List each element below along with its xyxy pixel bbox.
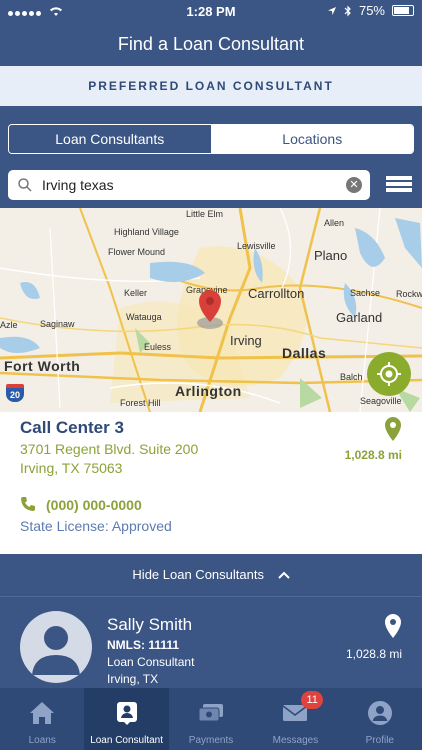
tab-profile[interactable]: Profile [338,688,422,750]
hide-loan-consultants-toggle[interactable]: Hide Loan Consultants [0,554,422,596]
interstate-shield-icon: 20 [6,384,24,402]
tab-bar: Loans Loan Consultant Payments 11 Messag… [0,688,422,750]
avatar [20,611,92,683]
map-label: Balch [340,372,363,382]
preferred-consultant-button[interactable]: PREFERRED LOAN CONSULTANT [0,66,422,106]
map-label: Fort Worth [4,358,81,374]
search-icon [18,178,32,192]
map-label: Keller [124,288,148,298]
location-name: Call Center 3 [20,418,124,437]
map-label: Carrollton [248,286,305,301]
map-label: Plano [314,248,348,263]
battery-percent: 75% [358,3,385,18]
map-label: Highland Village [114,227,179,237]
location-phone-link[interactable]: (000) 000-0000 [46,497,142,513]
search-controls: Loan Consultants Locations ✕ [0,106,422,208]
tab-messages[interactable]: 11 Messages [253,688,337,750]
map-label: Flower Mound [108,247,166,257]
map-label: Euless [144,342,172,352]
consultant-name: Sally Smith [107,615,193,634]
map-label: Allen [324,218,345,228]
map-label: Lewisville [237,241,276,251]
status-bar: 1:28 PM 75% [0,0,422,22]
tab-label: Loans [28,735,56,746]
tab-loan-consultant[interactable]: Loan Consultant [84,688,169,750]
interstate-number: 20 [9,390,20,400]
consultant-role: Loan Consultant [107,655,195,669]
consultant-list-item[interactable]: Sally Smith NMLS: 11111 Loan Consultant … [0,596,422,688]
map-view[interactable]: Little Elm Allen Highland Village Lewisv… [0,208,422,412]
consultant-nmls: NMLS: 11111 [107,638,180,652]
tab-loans[interactable]: Loans [0,688,84,750]
search-input[interactable] [42,177,322,193]
map-label: Irving [230,333,262,348]
home-icon [30,702,55,724]
location-card[interactable]: Call Center 3 3701 Regent Blvd. Suite 20… [0,412,422,554]
location-address-line1[interactable]: 3701 Regent Blvd. Suite 200 [20,441,198,457]
map-label: Sachse [350,288,381,298]
phone-icon [21,497,35,511]
search-bar: ✕ [8,170,370,200]
messages-badge: 11 [301,691,324,709]
map-label: Azle [0,320,18,330]
tab-label: Profile [365,735,394,746]
tab-loan-consultants[interactable]: Loan Consultants [9,125,212,153]
location-distance: 1,028.8 mi [344,448,402,462]
payments-icon [198,704,224,722]
tab-payments[interactable]: Payments [169,688,253,750]
consultant-pin-icon [385,614,401,638]
profile-icon [367,701,392,725]
map-label: Rockw [396,289,422,299]
map-pin-icon[interactable] [194,288,226,332]
tab-label: Payments [188,735,234,746]
consultant-distance: 1,028.8 mi [345,647,402,661]
bluetooth-icon [344,5,351,16]
map-label: Garland [336,310,383,325]
user-placeholder-icon [32,626,80,675]
tab-locations[interactable]: Locations [211,125,413,153]
crosshair-icon [377,362,401,386]
list-view-icon[interactable] [386,176,412,196]
map-label: Seagoville [360,396,402,406]
map-label: Saginaw [40,319,75,329]
consultant-icon [116,702,137,725]
clear-search-icon[interactable]: ✕ [346,177,362,193]
tab-label: Messages [272,735,319,746]
page-title: Find a Loan Consultant [0,22,422,66]
tab-label: Loan Consultant [90,735,164,746]
consultant-city: Irving, TX [107,672,159,686]
location-address-line2[interactable]: Irving, TX 75063 [20,460,122,476]
location-pin-icon [385,417,401,441]
chevron-up-icon [277,571,290,579]
battery-icon [392,5,414,16]
locate-me-button[interactable] [367,352,411,396]
view-segmented-control: Loan Consultants Locations [8,124,414,154]
map-label: Forest Hill [120,398,161,408]
location-arrow-icon [327,6,336,15]
map-label: Arlington [175,383,242,399]
location-license: State License: Approved [20,518,172,534]
status-right: 75% [327,3,414,18]
map-label: Little Elm [186,209,224,219]
map-label: Dallas [282,345,327,361]
map-label: Watauga [126,312,162,322]
toggle-label: Hide Loan Consultants [132,567,264,582]
